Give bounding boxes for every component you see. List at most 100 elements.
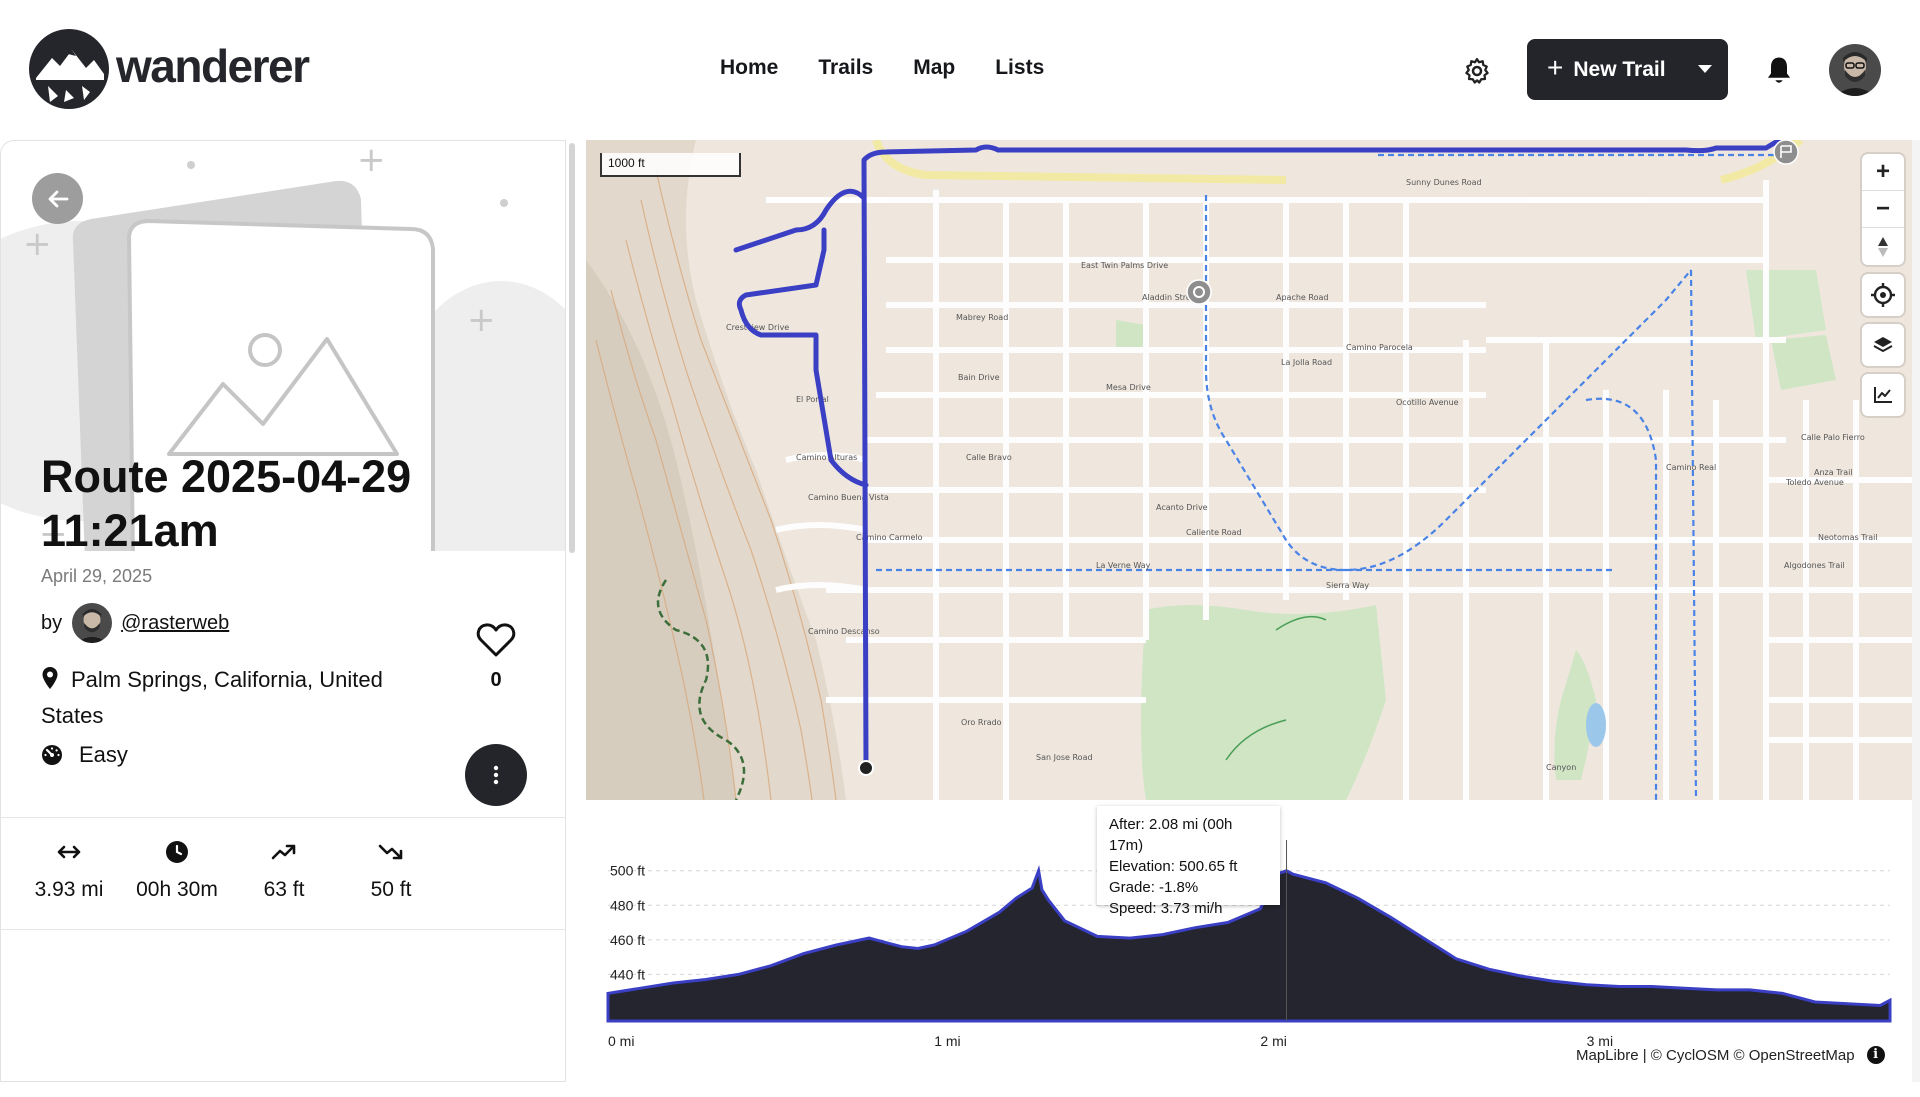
- more-vertical-icon: [493, 765, 499, 785]
- map-canvas[interactable]: East Twin Palms Drive Apache Road La Jol…: [586, 140, 1912, 800]
- street-label: Toledo Avenue: [1785, 478, 1844, 487]
- street-label: Apache Road: [1276, 293, 1328, 302]
- trail-stats: 3.93 mi 00h 30m 63 ft 50 ft: [0, 817, 566, 930]
- clock-icon: [166, 841, 188, 863]
- trail-location: Palm Springs, California, United States: [41, 662, 421, 734]
- svg-text:+: +: [23, 224, 52, 264]
- start-marker[interactable]: [858, 760, 874, 776]
- compass-button[interactable]: [1862, 228, 1904, 265]
- map-attribution: MapLibre | © CyclOSM © OpenStreetMap i: [1576, 1046, 1885, 1064]
- tooltip-elevation: Elevation: 500.65 ft: [1109, 858, 1238, 875]
- street-label: Mabrey Road: [956, 313, 1008, 322]
- arrow-left-icon: [48, 190, 68, 207]
- map-extra-controls: [1862, 274, 1904, 424]
- y-tick-label: 500 ft: [610, 863, 645, 879]
- street-label: Canyon: [1546, 763, 1576, 772]
- street-label: San Jose Road: [1036, 753, 1093, 762]
- top-header: wanderer Home Trails Map Lists + New Tra…: [0, 0, 1920, 140]
- stat-duration: 00h 30m: [122, 840, 232, 902]
- stat-distance-value: 3.93 mi: [34, 878, 104, 901]
- nav-home[interactable]: Home: [720, 56, 778, 80]
- street-label: Sunny Dunes Road: [1406, 178, 1482, 187]
- like-count: 0: [490, 669, 502, 691]
- stat-distance: 3.93 mi: [14, 840, 124, 902]
- map-zoom-controls: + −: [1862, 154, 1904, 265]
- brand-name: wanderer: [116, 40, 310, 92]
- user-avatar[interactable]: [1829, 44, 1881, 96]
- y-tick-label: 480 ft: [610, 897, 645, 913]
- elevation-chart-button[interactable]: [1862, 374, 1904, 416]
- distance-icon: [57, 845, 81, 859]
- more-options-button[interactable]: [465, 744, 527, 806]
- y-tick-label: 460 ft: [610, 932, 645, 948]
- brand-logo[interactable]: wanderer: [28, 28, 310, 110]
- by-label: by: [41, 611, 63, 634]
- back-button[interactable]: [32, 173, 83, 224]
- author-avatar[interactable]: [72, 603, 113, 643]
- position-marker-icon[interactable]: [1186, 279, 1212, 305]
- street-label: Camino Real: [1666, 463, 1716, 472]
- compass-icon: [1878, 236, 1888, 257]
- street-label: Camino Descanso: [808, 627, 880, 636]
- author-link[interactable]: @rasterweb: [121, 612, 229, 635]
- street-label: Ocotillo Avenue: [1396, 398, 1459, 407]
- mountain-logo-icon: [29, 29, 109, 109]
- x-tick-label: 0 mi: [608, 1033, 634, 1049]
- difficulty-label: Easy: [79, 742, 128, 767]
- trail-difficulty: Easy: [41, 742, 128, 768]
- street-label: Crestview Drive: [726, 323, 789, 332]
- elevation-gain-icon: [271, 844, 296, 860]
- nav-trails[interactable]: Trails: [818, 56, 873, 80]
- street-label: Algodones Trail: [1784, 561, 1845, 570]
- zoom-in-button[interactable]: +: [1862, 154, 1904, 191]
- street-label: La Verne Way: [1096, 561, 1151, 570]
- street-label: Acanto Drive: [1156, 503, 1208, 512]
- street-label: Neotomas Trail: [1818, 533, 1878, 542]
- stat-elevation-gain: 63 ft: [229, 840, 339, 902]
- street-label: Camino Buena Vista: [808, 493, 889, 502]
- layers-button[interactable]: [1862, 324, 1904, 366]
- nav-map[interactable]: Map: [913, 56, 955, 80]
- heart-icon: [476, 623, 516, 657]
- street-label: Camino Alturas: [796, 453, 857, 462]
- locate-icon: [1871, 283, 1895, 307]
- tooltip-grade: Grade: -1.8%: [1109, 879, 1199, 896]
- chevron-down-icon[interactable]: [1698, 65, 1712, 73]
- chart-line-icon: [1874, 387, 1892, 403]
- svg-text:+: +: [467, 300, 496, 340]
- trail-map[interactable]: East Twin Palms Drive Apache Road La Jol…: [586, 140, 1912, 800]
- street-label: Caliente Road: [1186, 528, 1242, 537]
- elevation-loss-icon: [378, 844, 403, 860]
- new-trail-button[interactable]: + New Trail: [1527, 39, 1728, 100]
- new-trail-label: New Trail: [1573, 57, 1666, 81]
- info-icon[interactable]: i: [1866, 1046, 1885, 1064]
- page-scrollbar[interactable]: [1912, 140, 1920, 1082]
- like-button[interactable]: [474, 622, 518, 663]
- x-tick-label: 1 mi: [934, 1033, 960, 1049]
- x-tick-label: 2 mi: [1260, 1033, 1286, 1049]
- main-nav: Home Trails Map Lists: [720, 56, 1044, 80]
- street-label: Calle Bravo: [966, 453, 1012, 462]
- map-scale: 1000 ft: [600, 153, 741, 177]
- trail-title: Route 2025-04-29 11:21am: [41, 451, 412, 556]
- stat-duration-value: 00h 30m: [136, 878, 218, 901]
- location-text: Palm Springs, California, United States: [41, 667, 383, 728]
- locate-button[interactable]: [1862, 274, 1904, 316]
- panel-scrollbar[interactable]: [569, 143, 575, 553]
- author-line: by @rasterweb: [41, 603, 229, 643]
- attribution-text[interactable]: MapLibre | © CyclOSM © OpenStreetMap: [1576, 1047, 1855, 1064]
- stat-elevation-loss-value: 50 ft: [370, 878, 412, 901]
- street-label: Mesa Drive: [1106, 383, 1151, 392]
- zoom-out-button[interactable]: −: [1862, 191, 1904, 228]
- elevation-tooltip: After: 2.08 mi (00h 17m) Elevation: 500.…: [1097, 806, 1280, 917]
- tooltip-speed: Speed: 3.73 mi/h: [1109, 900, 1223, 917]
- map-pin-icon: [42, 667, 58, 689]
- stat-elevation-gain-value: 63 ft: [263, 878, 305, 901]
- street-label: Bain Drive: [958, 373, 1000, 382]
- street-label: Oro Rrado: [961, 718, 1002, 727]
- nav-lists[interactable]: Lists: [995, 56, 1044, 80]
- gear-icon[interactable]: [1462, 56, 1492, 86]
- street-label: East Twin Palms Drive: [1081, 261, 1168, 270]
- bell-icon[interactable]: [1764, 55, 1794, 87]
- street-label: Sierra Way: [1326, 581, 1369, 590]
